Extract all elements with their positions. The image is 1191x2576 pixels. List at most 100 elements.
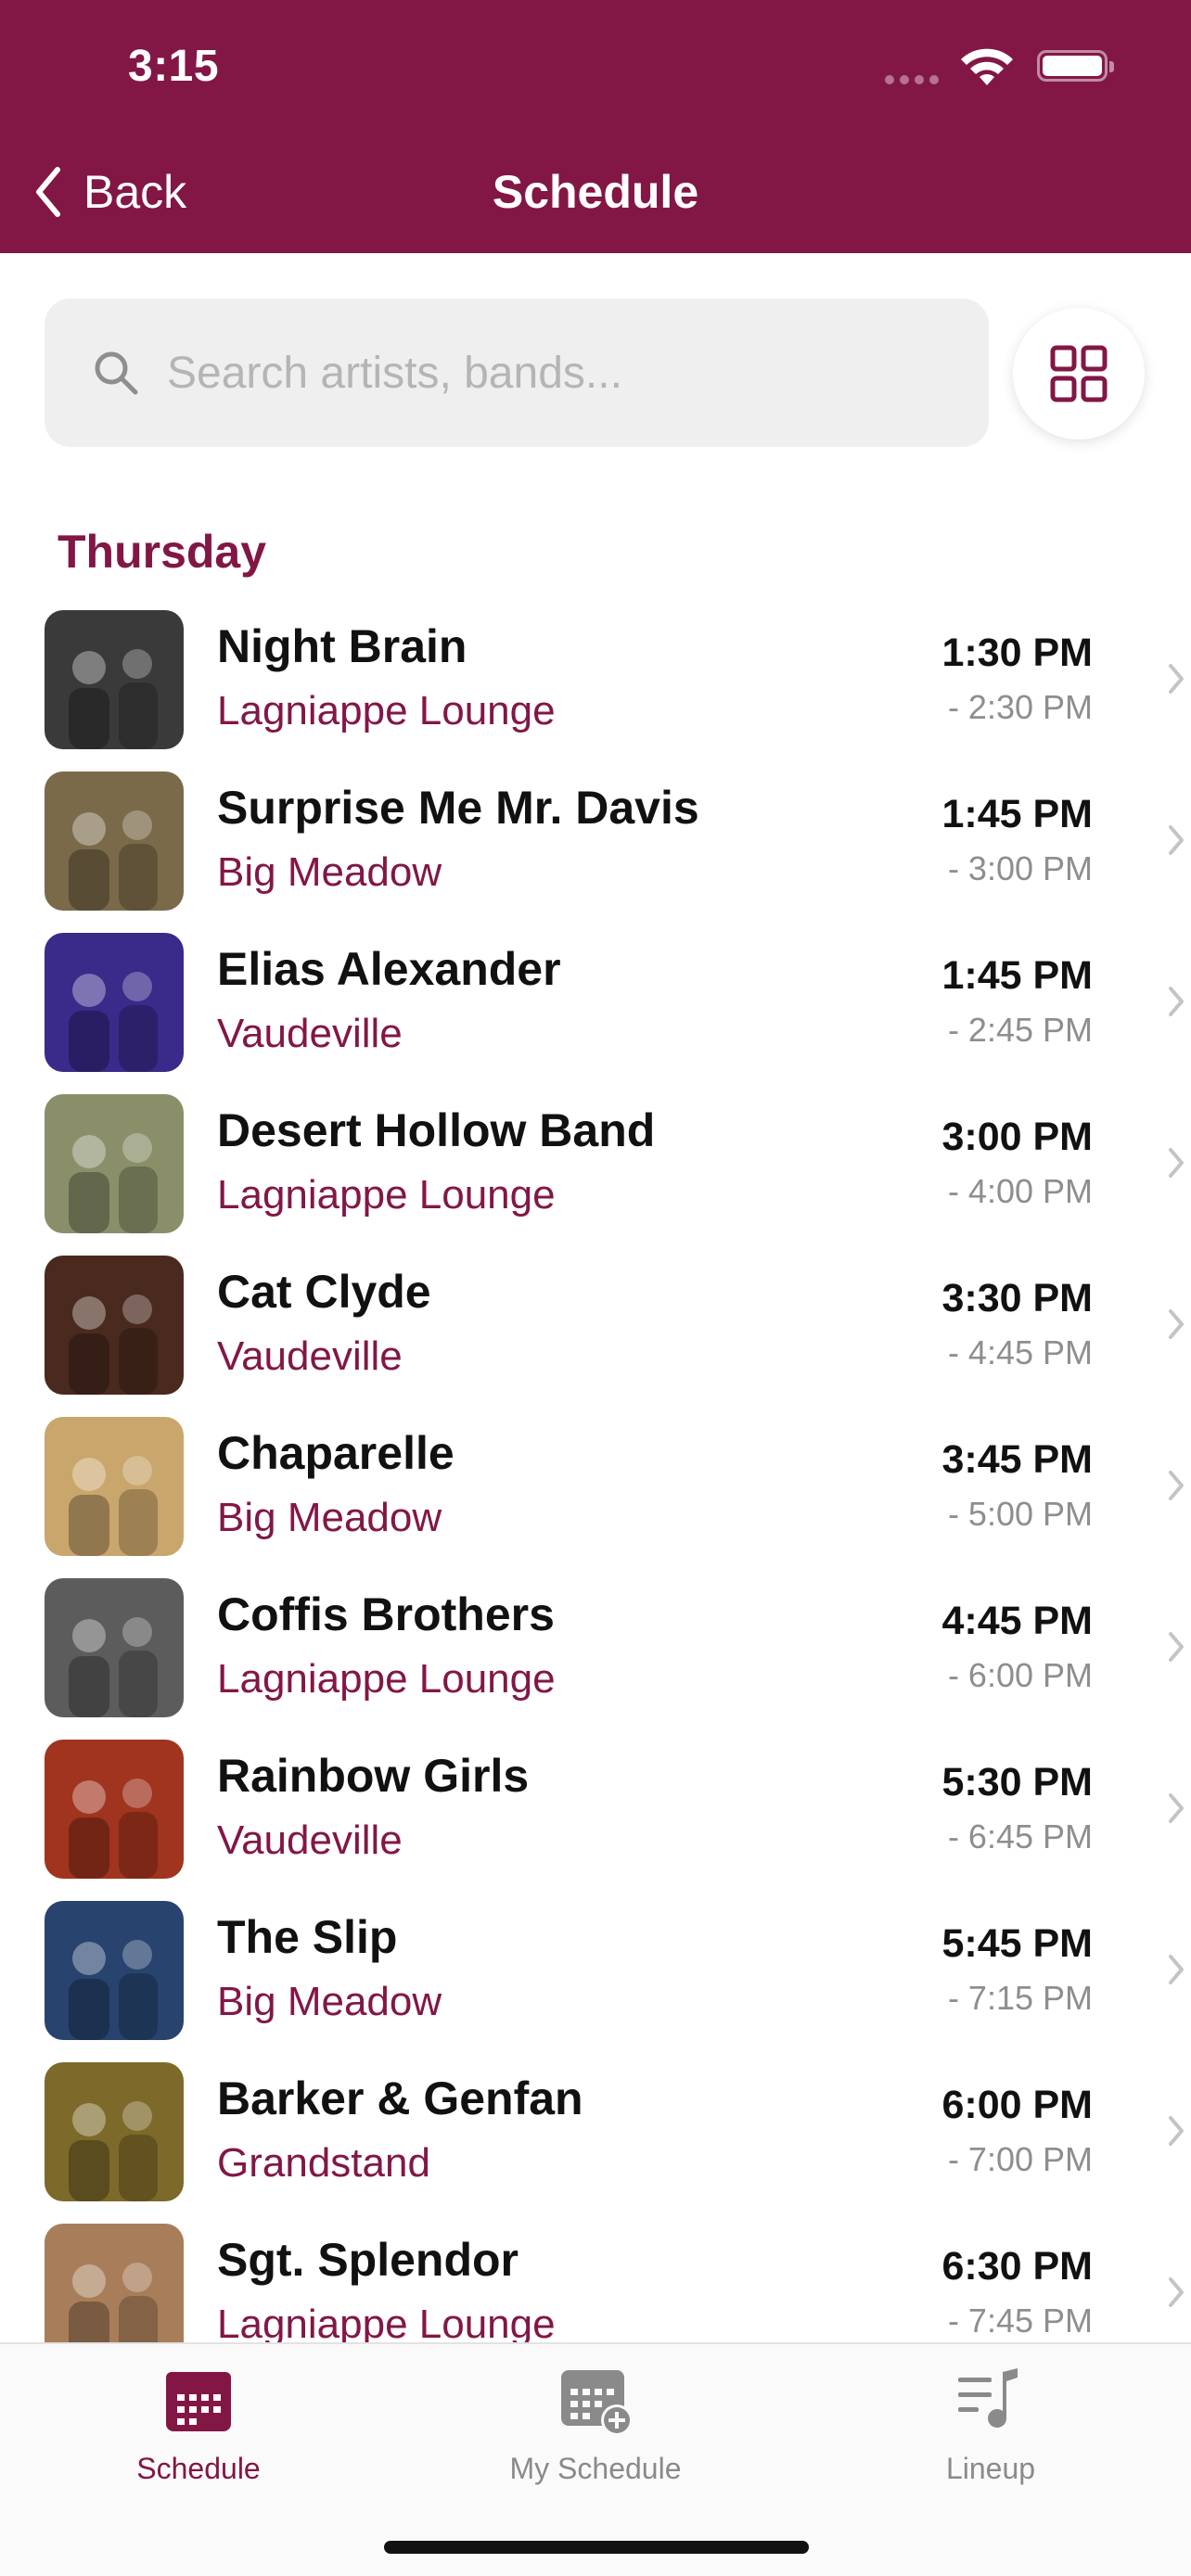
search-placeholder: Search artists, bands... (167, 348, 622, 398)
day-section-title: Thursday (58, 526, 267, 578)
battery-icon (1037, 50, 1114, 82)
artist-photo (45, 1417, 184, 1556)
tab-label: My Schedule (509, 2452, 682, 2485)
end-time: - 7:00 PM (947, 2140, 1093, 2178)
schedule-row[interactable]: Rainbow Girls Vaudeville 5:30 PM - 6:45 PM (0, 1740, 1191, 1901)
start-time: 4:45 PM (941, 1599, 1093, 1643)
artist-photo (45, 933, 184, 1072)
tab-lineup[interactable]: Lineup (852, 2365, 1130, 2486)
artist-name: Chaparelle (217, 1427, 455, 1479)
chevron-right-icon (1169, 2277, 1184, 2307)
end-time: - 6:00 PM (947, 1656, 1093, 1694)
artist-name: Desert Hollow Band (217, 1104, 656, 1156)
chevron-right-icon (1169, 1955, 1184, 1984)
tab-schedule[interactable]: Schedule (59, 2365, 338, 2486)
schedule-row[interactable]: Barker & Genfan Grandstand 6:00 PM - 7:00 P… (0, 2062, 1191, 2224)
end-time: - 3:00 PM (947, 849, 1093, 887)
start-time: 5:30 PM (941, 1760, 1093, 1804)
stage-name: Vaudeville (217, 1011, 403, 1056)
wifi-icon (961, 48, 1013, 85)
artist-photo (45, 1901, 184, 2040)
status-time: 3:15 (128, 42, 220, 91)
start-time: 3:45 PM (941, 1437, 1093, 1482)
grid-icon (1050, 345, 1108, 402)
artist-name: Surprise Me Mr. Davis (217, 782, 699, 834)
chevron-right-icon (1169, 1471, 1184, 1500)
end-time: - 7:45 PM (947, 2302, 1093, 2340)
artist-photo (45, 2062, 184, 2201)
schedule-row[interactable]: Cat Clyde Vaudeville 3:30 PM - 4:45 PM (0, 1256, 1191, 1417)
schedule-row[interactable]: Chaparelle Big Meadow 3:45 PM - 5:00 PM (0, 1417, 1191, 1578)
artist-name: Coffis Brothers (217, 1588, 555, 1640)
search-input[interactable]: Search artists, bands... (45, 299, 989, 447)
cellular-signal-icon (885, 72, 950, 84)
tab-my-schedule[interactable]: My Schedule (456, 2365, 735, 2486)
start-time: 6:00 PM (941, 2083, 1093, 2127)
artist-name: Cat Clyde (217, 1266, 431, 1318)
start-time: 1:30 PM (941, 631, 1093, 675)
artist-name: The Slip (217, 1911, 398, 1963)
start-time: 1:45 PM (941, 792, 1093, 836)
stage-name: Lagniappe Lounge (217, 688, 556, 733)
schedule-row[interactable]: Night Brain Lagniappe Lounge 1:30 PM - 2:30… (0, 610, 1191, 772)
stage-name: Lagniappe Lounge (217, 1172, 556, 1218)
calendar-add-icon (561, 2370, 633, 2436)
stage-name: Grandstand (217, 2140, 430, 2186)
start-time: 3:30 PM (941, 1276, 1093, 1320)
tab-label: Lineup (945, 2452, 1036, 2485)
end-time: - 5:00 PM (947, 1495, 1093, 1533)
start-time: 6:30 PM (941, 2244, 1093, 2289)
artist-name: Rainbow Girls (217, 1750, 530, 1802)
artist-name: Barker & Genfan (217, 2072, 583, 2124)
nav-header: 3:15 Back Schedule (0, 0, 1191, 253)
schedule-row[interactable]: Elias Alexander Vaudeville 1:45 PM - 2:45 P… (0, 933, 1191, 1094)
chevron-right-icon (1169, 1148, 1184, 1178)
stage-name: Vaudeville (217, 1817, 403, 1863)
end-time: - 7:15 PM (947, 1979, 1093, 2017)
start-time: 1:45 PM (941, 953, 1093, 998)
end-time: - 2:45 PM (947, 1011, 1093, 1049)
artist-photo (45, 772, 184, 911)
artist-photo (45, 1740, 184, 1879)
artist-name: Night Brain (217, 620, 467, 672)
artist-photo (45, 610, 184, 749)
chevron-right-icon (1169, 1793, 1184, 1823)
schedule-row[interactable]: Surprise Me Mr. Davis Big Meadow 1:45 PM - … (0, 772, 1191, 933)
schedule-row[interactable]: The Slip Big Meadow 5:45 PM - 7:15 PM (0, 1901, 1191, 2062)
start-time: 5:45 PM (941, 1921, 1093, 1966)
stage-name: Big Meadow (217, 1979, 442, 2024)
stage-name: Big Meadow (217, 1495, 442, 1540)
status-icons (885, 45, 1191, 91)
chevron-right-icon (1169, 1632, 1184, 1662)
artist-photo (45, 1578, 184, 1717)
grid-view-button[interactable] (1013, 308, 1145, 440)
page-title: Schedule (492, 166, 699, 218)
chevron-right-icon (1169, 1309, 1184, 1339)
artist-photo (45, 2224, 184, 2342)
artist-photo (45, 1094, 184, 1233)
end-time: - 4:00 PM (947, 1172, 1093, 1210)
calendar-icon (166, 2372, 231, 2431)
schedule-list[interactable]: Night Brain Lagniappe Lounge 1:30 PM - 2:30… (0, 610, 1191, 2342)
schedule-row[interactable]: Desert Hollow Band Lagniappe Lounge 3:00 P… (0, 1094, 1191, 1256)
start-time: 3:00 PM (941, 1115, 1093, 1159)
chevron-right-icon (1169, 825, 1184, 855)
artist-name: Elias Alexander (217, 943, 561, 995)
artist-name: Sgt. Splendor (217, 2234, 519, 2286)
end-time: - 4:45 PM (947, 1333, 1093, 1371)
chevron-right-icon (1169, 664, 1184, 694)
search-icon (95, 351, 138, 395)
end-time: - 6:45 PM (947, 1817, 1093, 1855)
stage-name: Big Meadow (217, 849, 442, 895)
tab-label: Schedule (136, 2452, 261, 2485)
stage-name: Lagniappe Lounge (217, 1656, 556, 1702)
music-list-icon (958, 2368, 1018, 2428)
chevron-right-icon (1169, 987, 1184, 1016)
schedule-row[interactable]: Coffis Brothers Lagniappe Lounge 4:45 PM - … (0, 1578, 1191, 1740)
home-indicator (384, 2541, 809, 2554)
stage-name: Lagniappe Lounge (217, 2302, 556, 2342)
end-time: - 2:30 PM (947, 688, 1093, 726)
artist-photo (45, 1256, 184, 1395)
schedule-row[interactable]: Sgt. Splendor Lagniappe Lounge 6:30 PM - 7:… (0, 2224, 1191, 2342)
chevron-right-icon (1169, 2116, 1184, 2146)
